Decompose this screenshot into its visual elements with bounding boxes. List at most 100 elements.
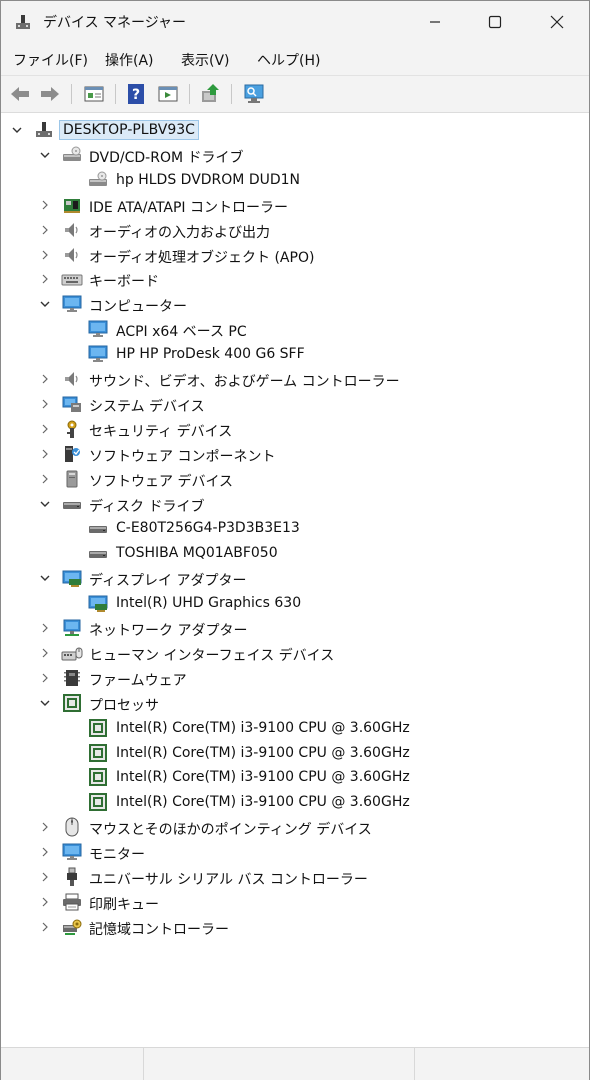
tree-device[interactable]: Intel(R) UHD Graphics 630 (1, 591, 589, 616)
tree-category[interactable]: ソフトウェア デバイス (1, 467, 589, 492)
processor-icon (89, 768, 107, 787)
properties-button[interactable] (81, 81, 107, 107)
expand-toggle[interactable] (37, 919, 53, 935)
maximize-button[interactable] (463, 1, 527, 43)
back-button[interactable] (7, 81, 33, 107)
tree-item-label: Intel(R) Core(TM) i3-9100 CPU @ 3.60GHz (116, 719, 410, 736)
tree-category[interactable]: ファームウェア (1, 666, 589, 691)
scan-hardware-button[interactable] (241, 81, 267, 107)
tree-device[interactable]: C-E80T256G4-P3D3B3E13 (1, 516, 589, 541)
status-cell (144, 1048, 415, 1080)
tree-category[interactable]: DVD/CD-ROM ドライブ (1, 143, 589, 168)
expand-toggle[interactable] (37, 371, 53, 387)
tree-device[interactable]: Intel(R) Core(TM) i3-9100 CPU @ 3.60GHz (1, 741, 589, 766)
chevron-right-icon (42, 673, 48, 683)
tree-category[interactable]: サウンド、ビデオ、およびゲーム コントローラー (1, 367, 589, 392)
tree-device[interactable]: hp HLDS DVDROM DUD1N (1, 168, 589, 193)
expand-toggle[interactable] (37, 197, 53, 213)
collapse-toggle[interactable] (37, 570, 53, 586)
close-icon (550, 15, 564, 29)
tree-category[interactable]: セキュリティ デバイス (1, 417, 589, 442)
forward-button[interactable] (37, 81, 63, 107)
tree-device[interactable]: HP HP ProDesk 400 G6 SFF (1, 342, 589, 367)
tree-category[interactable]: モニター (1, 840, 589, 865)
tree-item-label: マウスとそのほかのポインティング デバイス (89, 822, 372, 839)
run-button[interactable] (155, 81, 181, 107)
tree-category[interactable]: システム デバイス (1, 392, 589, 417)
device-icon-wrap (61, 867, 83, 887)
expand-toggle[interactable] (37, 471, 53, 487)
device-icon-wrap (61, 842, 83, 862)
tree-category[interactable]: オーディオの入力および出力 (1, 218, 589, 243)
tree-category[interactable]: 印刷キュー (1, 890, 589, 915)
expand-toggle[interactable] (37, 844, 53, 860)
expand-toggle[interactable] (37, 620, 53, 636)
processor-icon (63, 693, 81, 712)
tree-item-label: ディスプレイ アダプター (89, 573, 247, 590)
help-button[interactable]: ? (123, 81, 149, 107)
tree-category[interactable]: ネットワーク アダプター (1, 616, 589, 641)
chevron-down-icon (40, 501, 50, 507)
menu-help[interactable]: ヘルプ(H) (257, 50, 320, 70)
menu-action[interactable]: 操作(A) (105, 50, 154, 70)
processor-icon (89, 743, 107, 762)
tree-category[interactable]: ディスプレイ アダプター (1, 566, 589, 591)
monitor-icon (62, 295, 82, 313)
monitor-icon (88, 320, 108, 338)
device-icon-wrap (61, 469, 83, 489)
collapse-toggle[interactable] (37, 296, 53, 312)
device-icon-wrap (61, 643, 83, 663)
expand-toggle[interactable] (37, 446, 53, 462)
tree-device[interactable]: TOSHIBA MQ01ABF050 (1, 541, 589, 566)
collapse-toggle[interactable] (37, 147, 53, 163)
expand-toggle[interactable] (37, 396, 53, 412)
chevron-down-icon (40, 152, 50, 158)
collapse-toggle[interactable] (37, 695, 53, 711)
tree-category[interactable]: ソフトウェア コンポーネント (1, 442, 589, 467)
tree-item-label: ACPI x64 ベース PC (116, 324, 247, 341)
chevron-right-icon (42, 623, 48, 633)
monitor-icon (62, 843, 82, 861)
tree-category[interactable]: 記憶域コントローラー (1, 915, 589, 940)
storage-controller-icon (63, 919, 82, 935)
expand-toggle[interactable] (37, 869, 53, 885)
close-button[interactable] (525, 1, 589, 43)
tree-root[interactable]: DESKTOP-PLBV93C (1, 118, 589, 143)
tree-item-label: ソフトウェア デバイス (89, 473, 234, 490)
tree-device[interactable]: ACPI x64 ベース PC (1, 317, 589, 342)
tree-category[interactable]: プロセッサ (1, 691, 589, 716)
expand-toggle[interactable] (37, 894, 53, 910)
tree-category[interactable]: ユニバーサル シリアル バス コントローラー (1, 865, 589, 890)
tree-device[interactable]: Intel(R) Core(TM) i3-9100 CPU @ 3.60GHz (1, 716, 589, 741)
tree-device[interactable]: Intel(R) Core(TM) i3-9100 CPU @ 3.60GHz (1, 790, 589, 815)
device-icon-wrap (61, 444, 83, 464)
expand-toggle[interactable] (37, 645, 53, 661)
device-icon-wrap (61, 618, 83, 638)
device-manager-window: デバイス マネージャー ファイル(F) 操作(A) 表示(V) ヘルプ(H) ? (0, 0, 590, 1080)
expand-toggle[interactable] (37, 670, 53, 686)
tree-category[interactable]: オーディオ処理オブジェクト (APO) (1, 243, 589, 268)
expand-toggle[interactable] (37, 247, 53, 263)
expand-toggle[interactable] (37, 222, 53, 238)
collapse-toggle[interactable] (9, 122, 25, 138)
tree-item-label: ソフトウェア コンポーネント (89, 448, 276, 465)
collapse-toggle[interactable] (37, 496, 53, 512)
tree-item-label: オーディオの入力および出力 (89, 224, 271, 241)
tree-category[interactable]: マウスとそのほかのポインティング デバイス (1, 815, 589, 840)
expand-toggle[interactable] (37, 271, 53, 287)
tree-category[interactable]: キーボード (1, 267, 589, 292)
tree-category[interactable]: IDE ATA/ATAPI コントローラー (1, 193, 589, 218)
menu-file[interactable]: ファイル(F) (13, 50, 88, 70)
title-bar[interactable]: デバイス マネージャー (1, 1, 589, 43)
update-driver-button[interactable] (197, 81, 223, 107)
device-icon-wrap (87, 767, 109, 787)
tree-category[interactable]: ヒューマン インターフェイス デバイス (1, 641, 589, 666)
tree-category[interactable]: ディスク ドライブ (1, 492, 589, 517)
expand-toggle[interactable] (37, 421, 53, 437)
minimize-button[interactable] (403, 1, 467, 43)
chevron-down-icon (40, 700, 50, 706)
tree-category[interactable]: コンピューター (1, 292, 589, 317)
menu-view[interactable]: 表示(V) (181, 50, 230, 70)
expand-toggle[interactable] (37, 819, 53, 835)
tree-device[interactable]: Intel(R) Core(TM) i3-9100 CPU @ 3.60GHz (1, 765, 589, 790)
